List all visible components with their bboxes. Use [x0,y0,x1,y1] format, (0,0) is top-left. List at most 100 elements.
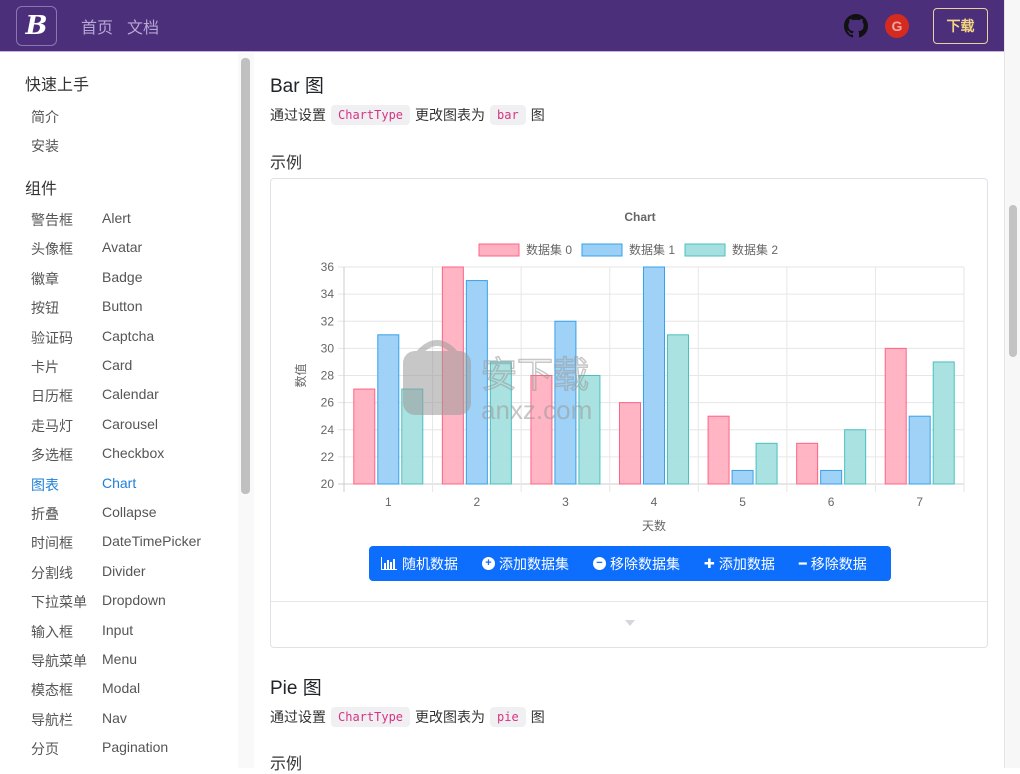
gitee-icon[interactable]: G [885,13,909,38]
page-scrollbar[interactable] [1004,0,1020,768]
sidebar-item-card[interactable]: 卡片 Card [31,357,132,377]
plus-circle-icon: + [482,557,495,570]
x-tick-label: 4 [651,495,658,509]
sidebar-item-divider[interactable]: 分割线 Divider [31,563,146,583]
button-label: 添加数据集 [499,555,569,572]
legend-swatch [478,243,520,257]
sidebar-item-label-cn: 走马灯 [31,417,73,434]
remove-data-button[interactable]: ━ 移除数据 [799,554,867,574]
minus-icon: ━ [798,555,807,571]
add-data-button[interactable]: ✚ 添加数据 [704,554,775,574]
brand-logo[interactable]: B [16,5,57,46]
main-content: Bar 图 通过设置 ChartType 更改图表为 bar 图 示例 Char… [254,53,1004,773]
sidebar-item-label: 简介 [31,109,59,125]
random-data-button[interactable]: 随机数据 [381,554,458,574]
button-label: 移除数据 [810,555,867,572]
sidebar-item-label-en: Collapse [102,504,157,520]
button-label: 移除数据集 [610,555,680,572]
sidebar-item-label-en: Badge [102,268,143,285]
sidebar-item-label-cn: 头像框 [31,241,73,258]
bar-1-1 [465,280,488,485]
sidebar-item-label-en: Carousel [102,415,159,432]
pie-section-title: Pie 图 [270,678,322,699]
sidebar-item-modal[interactable]: 模态框 Modal [31,680,140,700]
navbar-right: G 下载 [844,7,1004,44]
sidebar-item-label-cn: 验证码 [31,329,73,346]
bar-2-2 [578,375,601,485]
desc-text: 更改图表为 [415,107,486,123]
sidebar-item-datetimepicker[interactable]: 时间框 DateTimePicker [31,533,201,553]
bar-2-0 [401,388,424,485]
bar-1-0 [377,334,400,485]
sidebar-item-label-en: Menu [102,651,138,667]
y-tick-label: 32 [321,314,335,328]
sidebar-item-collapse[interactable]: 折叠 Collapse [31,504,156,524]
sidebar-item-label-en: Modal [102,680,141,697]
desc-text: 通过设置 [270,107,326,123]
bar-0-6 [884,347,907,485]
x-tick-label: 5 [739,495,746,509]
chevron-down-icon[interactable] [625,620,635,626]
sidebar-item-checkbox[interactable]: 多选框 Checkbox [31,445,164,465]
sidebar-item-pagination[interactable]: 分页 Pagination [31,739,168,759]
bar-1-6 [908,415,931,485]
bar-0-1 [441,266,464,485]
bar-chart-icon [381,557,397,570]
bar-2-4 [755,442,778,485]
bar-0-0 [353,388,376,485]
bar-0-5 [796,442,819,485]
sidebar-item-badge[interactable]: 徽章 Badge [31,269,142,289]
legend-label: 数据集 0 [526,242,572,257]
x-tick-label: 6 [828,495,835,509]
sidebar-group-components: 组件 [25,181,58,198]
y-tick-label: 36 [321,260,335,274]
sidebar-item-label-en: Avatar [102,239,143,256]
bar-2-6 [932,361,955,485]
sidebar-item-input[interactable]: 输入框 Input [31,622,133,642]
y-tick-label: 20 [321,477,335,491]
x-tick-label: 1 [385,495,392,509]
sidebar-item-nav[interactable]: 导航栏 Nav [31,710,127,730]
y-tick-label: 34 [321,287,335,301]
sidebar-item-install[interactable]: 安装 [31,136,102,156]
sidebar-item-chart[interactable]: 图表 Chart [31,475,136,495]
sidebar-item-captcha[interactable]: 验证码 Captcha [31,328,154,348]
nav-link-home[interactable]: 首页 [81,14,113,38]
sidebar-item-label-en: Dropdown [102,592,166,609]
legend-swatch [684,243,726,257]
sidebar-item-dropdown[interactable]: 下拉菜单 Dropdown [31,592,166,612]
bar-2-3 [667,334,689,485]
chart-action-buttons: 随机数据 + 添加数据集 − 移除数据集 ✚ 添加数据 ━ 移除数据 [369,546,891,581]
sidebar-item-label-en: Captcha [102,327,155,344]
nav-link-docs[interactable]: 文档 [127,14,159,38]
y-tick-label: 28 [321,369,335,383]
sidebar-item-button[interactable]: 按钮 Button [31,298,142,318]
sidebar-item-label-en: Divider [102,562,146,579]
download-button[interactable]: 下载 [933,7,988,44]
sidebar-item-label-en: Pagination [102,739,169,756]
code-toggle-footer[interactable] [271,601,987,647]
button-label: 添加数据 [718,555,775,572]
sidebar-item-label-cn: 日历框 [31,388,73,405]
remove-dataset-button[interactable]: − 移除数据集 [593,554,680,574]
sidebar-item-label-en: Nav [102,709,127,726]
bar-chart: Chart数据集 0 数据集 1 数据集 22022242628303234361 2… [293,210,965,533]
sidebar-item-calendar[interactable]: 日历框 Calendar [31,386,159,406]
x-tick-label: 3 [562,495,569,509]
sidebar-item-menu[interactable]: 导航菜单 Menu [31,651,137,671]
bar-section-description: 通过设置 ChartType 更改图表为 bar 图 [270,105,545,125]
add-dataset-button[interactable]: + 添加数据集 [482,554,569,574]
page-scrollbar-thumb[interactable] [1009,205,1017,357]
sidebar-item-intro[interactable]: 简介 [31,107,102,127]
bar-1-4 [731,469,754,485]
sidebar-item-label-en: DateTimePicker [102,533,202,550]
sidebar-scrollbar-thumb[interactable] [241,58,250,494]
sidebar-item-label: 安装 [31,138,59,154]
sidebar-item-alert[interactable]: 警告框 Alert [31,210,131,230]
sidebar-item-label-en: Button [102,298,143,315]
sidebar-item-label-cn: 图表 [31,476,59,493]
github-icon[interactable] [844,13,868,38]
sidebar-item-avatar[interactable]: 头像框 Avatar [31,239,142,259]
code-pie: pie [490,707,526,727]
sidebar-item-carousel[interactable]: 走马灯 Carousel [31,416,158,436]
